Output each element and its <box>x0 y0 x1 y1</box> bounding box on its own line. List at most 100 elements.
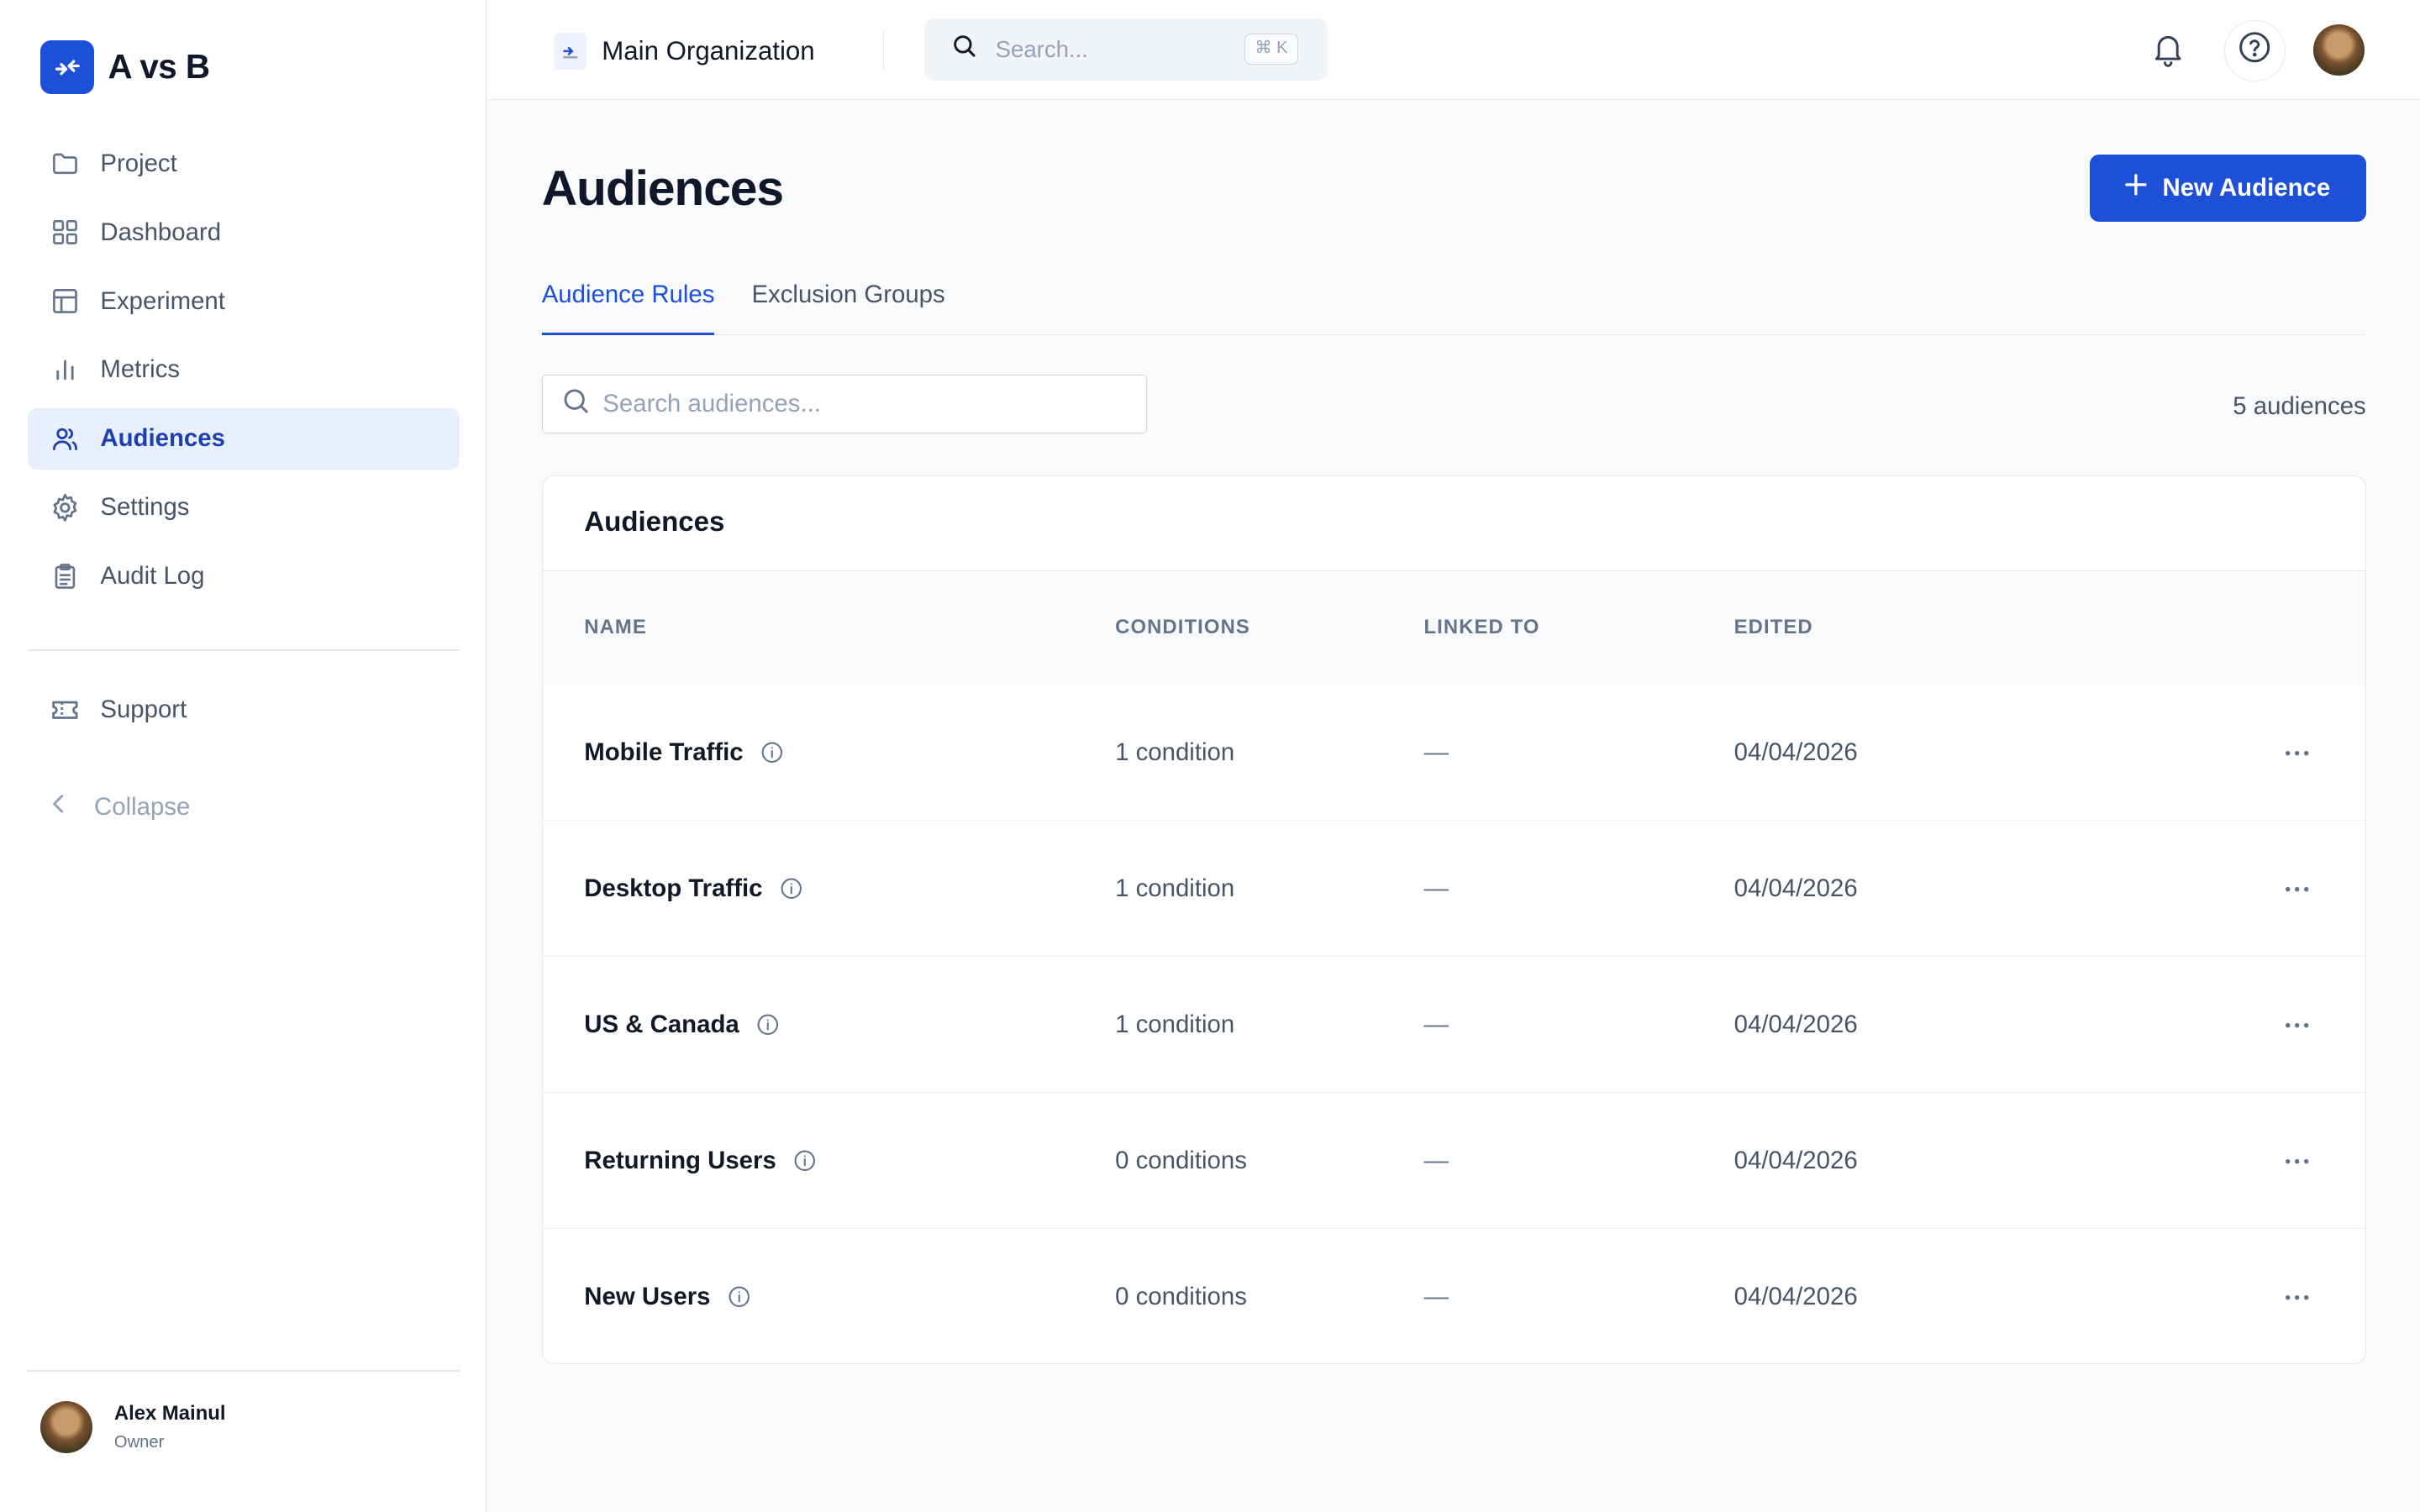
shortcut-badge: ⌘ K <box>1244 34 1298 66</box>
table-row[interactable]: Returning Users 0 conditions — 04/04/202… <box>542 1093 2365 1229</box>
column-header-linked-to[interactable]: LINKED TO <box>1423 616 1539 639</box>
help-button[interactable] <box>2223 19 2286 82</box>
row-actions-button[interactable] <box>2279 1142 2316 1173</box>
sidebar-item-label: Experiment <box>100 286 225 315</box>
new-audience-label: New Audience <box>2162 174 2331 202</box>
column-header-edited[interactable]: EDITED <box>1734 616 1813 639</box>
info-icon[interactable] <box>756 1013 780 1037</box>
org-switcher[interactable]: Main Organization <box>554 32 815 70</box>
more-horizontal-icon <box>2285 871 2309 900</box>
clipboard-icon <box>50 561 81 592</box>
sidebar-item-support[interactable]: Support <box>28 679 460 740</box>
brand[interactable]: A vs B <box>39 39 210 95</box>
sidebar-nav: Project Dashboard Experiment Metrics Aud… <box>28 133 460 614</box>
sidebar-item-label: Settings <box>100 493 190 522</box>
chevron-left-icon <box>50 793 71 822</box>
table-row[interactable]: Mobile Traffic 1 condition — 04/04/2026 <box>542 685 2365 821</box>
info-icon[interactable] <box>760 741 784 764</box>
row-actions-button[interactable] <box>2279 1278 2316 1309</box>
column-header-name[interactable]: NAME <box>584 616 647 639</box>
sidebar-item-metrics[interactable]: Metrics <box>28 339 460 401</box>
sidebar-item-project[interactable]: Project <box>28 133 460 194</box>
folder-icon <box>50 148 81 179</box>
audience-edited: 04/04/2026 <box>1733 1010 1858 1038</box>
brand-logo-icon <box>39 39 95 95</box>
search-icon <box>563 388 589 421</box>
user-role: Owner <box>113 1433 165 1452</box>
sidebar-item-settings[interactable]: Settings <box>28 476 460 538</box>
global-search-input[interactable]: Search... ⌘ K <box>924 18 1328 81</box>
bar-chart-icon <box>50 354 81 386</box>
users-icon <box>50 423 81 454</box>
search-placeholder: Search audiences... <box>602 390 821 418</box>
more-horizontal-icon <box>2285 1143 2309 1172</box>
sidebar-item-audiences[interactable]: Audiences <box>28 407 460 470</box>
search-icon <box>952 34 976 65</box>
sidebar-item-label: Project <box>100 149 177 177</box>
sidebar-divider <box>28 649 460 652</box>
sidebar-item-experiment[interactable]: Experiment <box>28 270 460 332</box>
audience-conditions: 0 conditions <box>1115 1282 1247 1310</box>
tab-audience-rules[interactable]: Audience Rules <box>541 281 715 335</box>
audience-linked-to: — <box>1423 1146 1449 1174</box>
avatar <box>39 1400 93 1454</box>
table-row[interactable]: US & Canada 1 condition — 04/04/2026 <box>542 957 2365 1093</box>
audience-edited: 04/04/2026 <box>1733 1146 1858 1174</box>
row-actions-button[interactable] <box>2279 733 2316 764</box>
table-row[interactable]: Desktop Traffic 1 condition — 04/04/2026 <box>542 821 2365 957</box>
audience-name[interactable]: Desktop Traffic <box>584 874 802 903</box>
more-horizontal-icon <box>2285 735 2309 764</box>
tabs: Audience Rules Exclusion Groups <box>541 281 2366 335</box>
info-icon[interactable] <box>793 1149 817 1173</box>
grid-icon <box>50 217 81 248</box>
topbar-divider <box>882 30 885 71</box>
user-info: Alex Mainul Owner <box>114 1402 226 1452</box>
audience-name-text: Returning Users <box>584 1146 776 1174</box>
column-header-conditions[interactable]: CONDITIONS <box>1115 616 1250 639</box>
user-avatar-button[interactable] <box>2313 24 2365 76</box>
sidebar-item-label: Dashboard <box>100 218 222 246</box>
org-logo-icon <box>554 32 587 70</box>
new-audience-button[interactable]: New Audience <box>2089 154 2366 223</box>
audience-name[interactable]: US & Canada <box>584 1011 779 1039</box>
sidebar-item-audit-log[interactable]: Audit Log <box>28 545 460 606</box>
page-title: Audiences <box>541 161 784 217</box>
audience-linked-to: — <box>1423 1282 1449 1310</box>
collapse-button[interactable]: Collapse <box>50 793 191 822</box>
bell-icon <box>2151 35 2185 74</box>
table-row[interactable]: New Users 0 conditions — 04/04/2026 <box>543 1229 2365 1363</box>
more-horizontal-icon <box>2285 1007 2309 1036</box>
audience-name-text: US & Canada <box>584 1010 739 1038</box>
row-actions-button[interactable] <box>2279 869 2316 900</box>
audience-name-text: Mobile Traffic <box>584 738 744 766</box>
audience-linked-to: — <box>1423 1010 1449 1038</box>
audience-linked-to: — <box>1423 738 1449 766</box>
info-icon[interactable] <box>728 1285 751 1309</box>
audience-conditions: 1 condition <box>1115 738 1235 766</box>
notifications-button[interactable] <box>2151 31 2185 68</box>
audience-conditions: 1 condition <box>1115 874 1235 902</box>
user-profile[interactable]: Alex Mainul Owner <box>39 1400 226 1454</box>
user-name: Alex Mainul <box>113 1401 226 1425</box>
audience-name-text: Desktop Traffic <box>584 874 763 902</box>
audience-name[interactable]: New Users <box>584 1283 750 1311</box>
collapse-label: Collapse <box>94 793 191 822</box>
audience-count: 5 audiences <box>2233 391 2366 420</box>
sidebar-item-dashboard[interactable]: Dashboard <box>28 202 460 263</box>
tab-exclusion-groups[interactable]: Exclusion Groups <box>751 281 944 334</box>
sidebar-item-label: Metrics <box>100 355 181 384</box>
topbar: Main Organization Search... ⌘ K <box>487 0 2420 101</box>
sidebar-divider <box>28 1370 460 1372</box>
audience-linked-to: — <box>1423 874 1449 902</box>
sidebar-support-section: Support <box>28 679 460 748</box>
row-actions-button[interactable] <box>2279 1005 2316 1037</box>
sidebar: A vs B Project Dashboard Experiment Metr… <box>0 0 487 1512</box>
info-icon[interactable] <box>780 877 803 900</box>
audience-name-text: New Users <box>584 1282 711 1310</box>
gear-icon <box>50 492 81 523</box>
audience-name[interactable]: Mobile Traffic <box>584 738 783 767</box>
table-header: NAME CONDITIONS LINKED TO EDITED <box>542 570 2365 685</box>
audience-name[interactable]: Returning Users <box>584 1147 816 1175</box>
table-icon <box>50 286 81 317</box>
audience-search-input[interactable]: Search audiences... <box>541 375 1147 434</box>
